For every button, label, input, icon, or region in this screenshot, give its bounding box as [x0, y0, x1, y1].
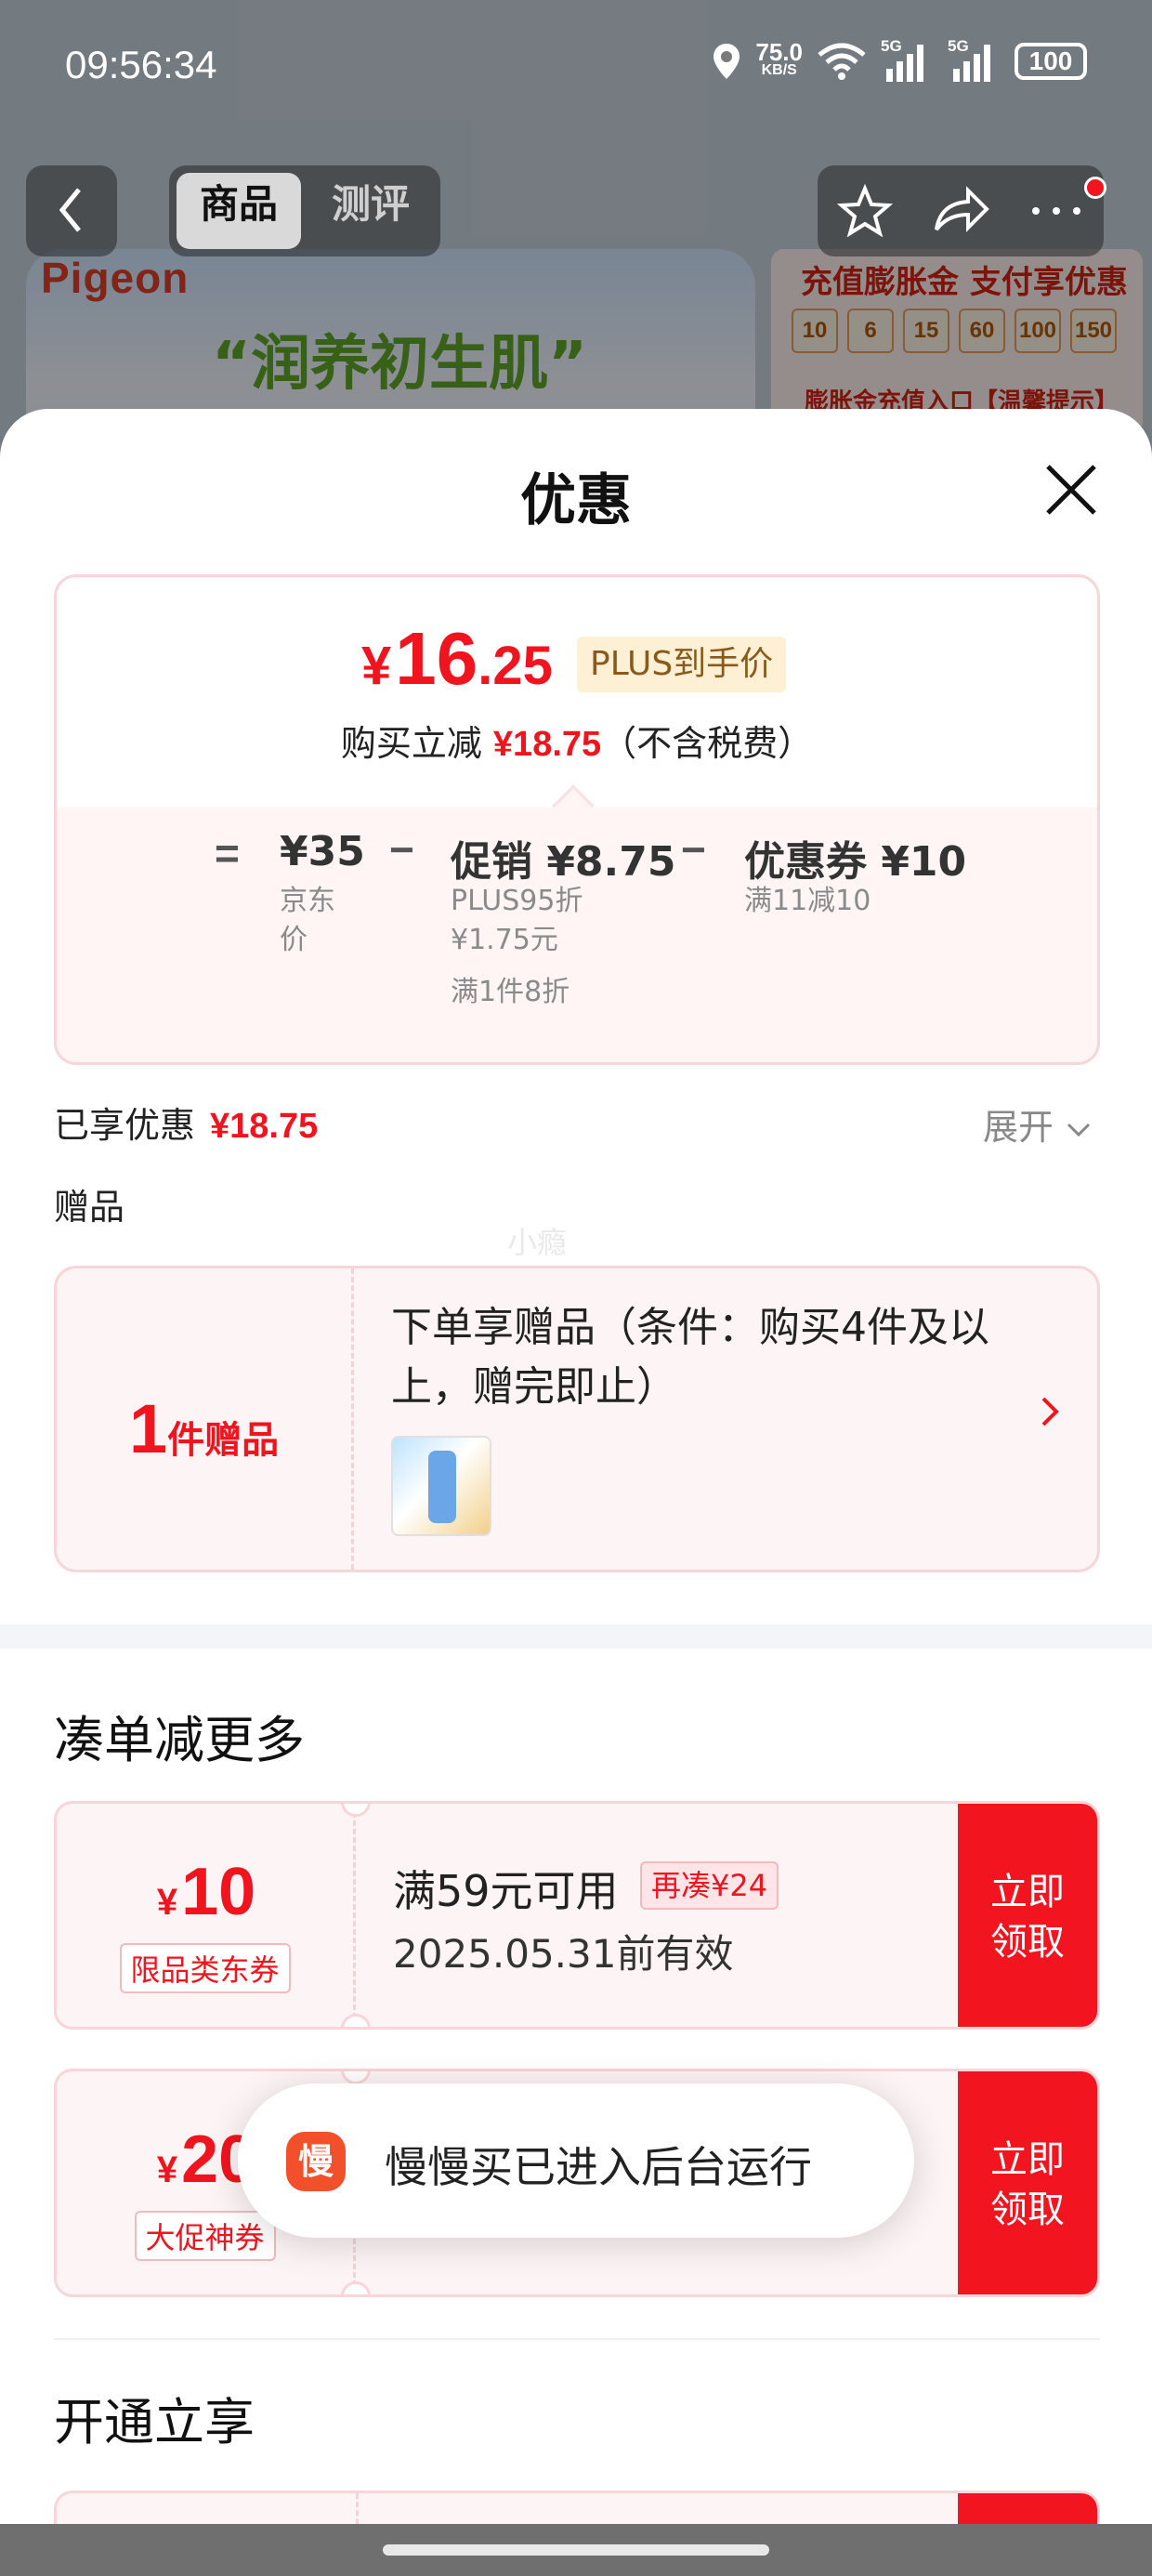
gift-count-number: 1 — [129, 1390, 168, 1467]
discount-sheet: 优惠 ¥16.25 PLUS到手价 购买立减 ¥18.75（不含税费） = ¥3… — [0, 409, 1152, 2576]
final-price: ¥16.25 — [361, 616, 553, 702]
gift-count-panel: 1件赠品 — [57, 1268, 354, 1570]
promo-detail: 满1件8折 — [451, 976, 570, 1008]
promo-detail: ¥1.75元 — [451, 924, 558, 956]
coupon-validity: 2025.05.31前有效 — [393, 1931, 734, 1977]
speed-value: 75.0 — [755, 38, 803, 66]
home-indicator[interactable] — [383, 2544, 769, 2556]
status-time: 09:56:34 — [65, 43, 217, 86]
coupon-amount: 10 — [181, 1855, 256, 1929]
price-decimal: .25 — [478, 636, 553, 696]
sheet-title: 优惠 — [520, 468, 632, 533]
battery-icon: 100 — [1015, 43, 1087, 80]
claim-label-line1: 立即 — [990, 1871, 1065, 1913]
claim-label-line2: 领取 — [990, 1921, 1065, 1964]
minus-sign: − — [681, 825, 706, 874]
final-price-section: ¥16.25 PLUS到手价 购买立减 ¥18.75（不含税费） — [57, 577, 1097, 806]
nav-actions — [818, 165, 1104, 256]
background-run-toast: 慢 慢慢买已进入后台运行 — [238, 2083, 914, 2238]
tab-review[interactable]: 测评 — [308, 173, 433, 249]
signal-label: 5G — [881, 37, 902, 55]
gift-card[interactable]: 1件赠品 下单享赠品（条件：购买4件及以上，赠完即止） — [54, 1266, 1100, 1572]
coupon-type: 限品类东券 — [119, 1943, 291, 1993]
gift-count-unit: 件赠品 — [167, 1419, 280, 1462]
gift-product-image[interactable] — [391, 1436, 491, 1536]
savings-amount: ¥18.75 — [492, 725, 602, 764]
price-formula: = ¥35 京东 价 − 促销 ¥8.75 PLUS95折 ¥1.75元 满1件… — [57, 808, 1097, 1062]
claim-coupon-button[interactable]: 立即 领取 — [958, 2071, 1097, 2294]
jd-price-amount: ¥35 — [280, 828, 365, 875]
share-icon[interactable] — [931, 183, 990, 239]
enjoyed-label: 已享优惠 — [54, 1105, 196, 1146]
savings-line: 购买立减 ¥18.75（不含税费） — [57, 715, 1097, 766]
coupon-value: ¥10 — [57, 1854, 356, 1930]
signal-label: 5G — [948, 37, 969, 55]
more-icon[interactable] — [1028, 202, 1084, 220]
promo-amount: 促销 ¥8.75 — [451, 838, 676, 886]
status-bar: 09:56:34 75.0 KB/S 5G 5G 100 — [0, 37, 1152, 93]
promo-detail: PLUS95折 — [451, 885, 583, 917]
equals-sign: = — [215, 829, 240, 877]
minus-sign: − — [389, 825, 414, 874]
gift-section-label: 赠品 — [54, 1187, 125, 1228]
coupon-gap-tag: 再凑¥24 — [640, 1861, 779, 1910]
watermark: 小瘾 — [507, 1225, 568, 1260]
gesture-bar — [0, 2524, 1152, 2576]
jd-price-label-1: 京东 — [280, 885, 335, 917]
status-icons: 75.0 KB/S 5G 5G 100 — [711, 37, 1087, 82]
enjoyed-discount: 已享优惠 ¥18.75 — [54, 1097, 318, 1148]
savings-suffix: （不含税费） — [601, 723, 814, 764]
claim-label-line2: 领取 — [990, 2188, 1065, 2231]
speed-unit: KB/S — [761, 62, 797, 78]
chevron-down-icon — [1067, 1123, 1091, 1137]
network-speed: 75.0 KB/S — [755, 38, 803, 80]
star-icon[interactable] — [836, 183, 893, 239]
wifi-icon — [818, 43, 866, 80]
coupon-card: ¥10 限品类东券 满59元可用 再凑¥24 2025.05.31前有效 立即 … — [54, 1801, 1100, 2030]
close-icon[interactable] — [1039, 457, 1104, 522]
coupon-type: 大促神券 — [134, 2211, 276, 2261]
coupon-detail: 满11减10 — [744, 885, 871, 917]
coupon-condition: 满59元可用 — [393, 1866, 619, 1916]
enjoyed-amount: ¥18.75 — [210, 1107, 319, 1146]
page-tabs: 商品 测评 — [169, 165, 440, 256]
jd-price-label-2: 价 — [280, 924, 308, 956]
coupon-currency: ¥ — [156, 1882, 178, 1923]
gift-count: 1件赠品 — [129, 1389, 279, 1468]
savings-prefix: 购买立减 — [340, 723, 482, 764]
coupon-value-panel: ¥10 限品类东券 — [57, 1804, 356, 2027]
notification-dot — [1084, 177, 1106, 199]
claim-coupon-button[interactable]: 立即 领取 — [958, 1804, 1097, 2027]
membership-title: 开通立享 — [54, 2393, 255, 2451]
expand-label: 展开 — [983, 1107, 1054, 1148]
expand-button[interactable]: 展开 — [983, 1098, 1093, 1150]
chevron-left-icon — [59, 188, 81, 232]
plus-price-badge: PLUS到手价 — [577, 637, 787, 692]
back-button[interactable] — [26, 165, 117, 256]
gift-description: 下单享赠品（条件：购买4件及以上，赠完即止） — [391, 1304, 989, 1411]
signal-icon: 5G — [881, 37, 935, 82]
section-rule — [54, 2338, 1100, 2340]
price-currency: ¥ — [361, 636, 392, 696]
more-discounts-title: 凑单减更多 — [54, 1711, 305, 1769]
chevron-right-icon[interactable] — [1040, 1389, 1062, 1441]
app-icon: 慢 — [286, 2132, 346, 2191]
tab-product[interactable]: 商品 — [177, 173, 301, 249]
price-integer: 16 — [395, 617, 478, 700]
location-icon — [713, 44, 740, 79]
claim-label-line1: 立即 — [990, 2138, 1065, 2181]
toast-message: 慢慢买已进入后台运行 — [385, 2142, 812, 2192]
coupon-amount: 优惠券 ¥10 — [744, 838, 967, 886]
signal-icon: 5G — [948, 37, 1001, 82]
section-divider — [0, 1624, 1152, 1649]
price-breakdown-card: ¥16.25 PLUS到手价 购买立减 ¥18.75（不含税费） = ¥35 京… — [54, 574, 1100, 1065]
coupon-currency: ¥ — [156, 2149, 178, 2190]
